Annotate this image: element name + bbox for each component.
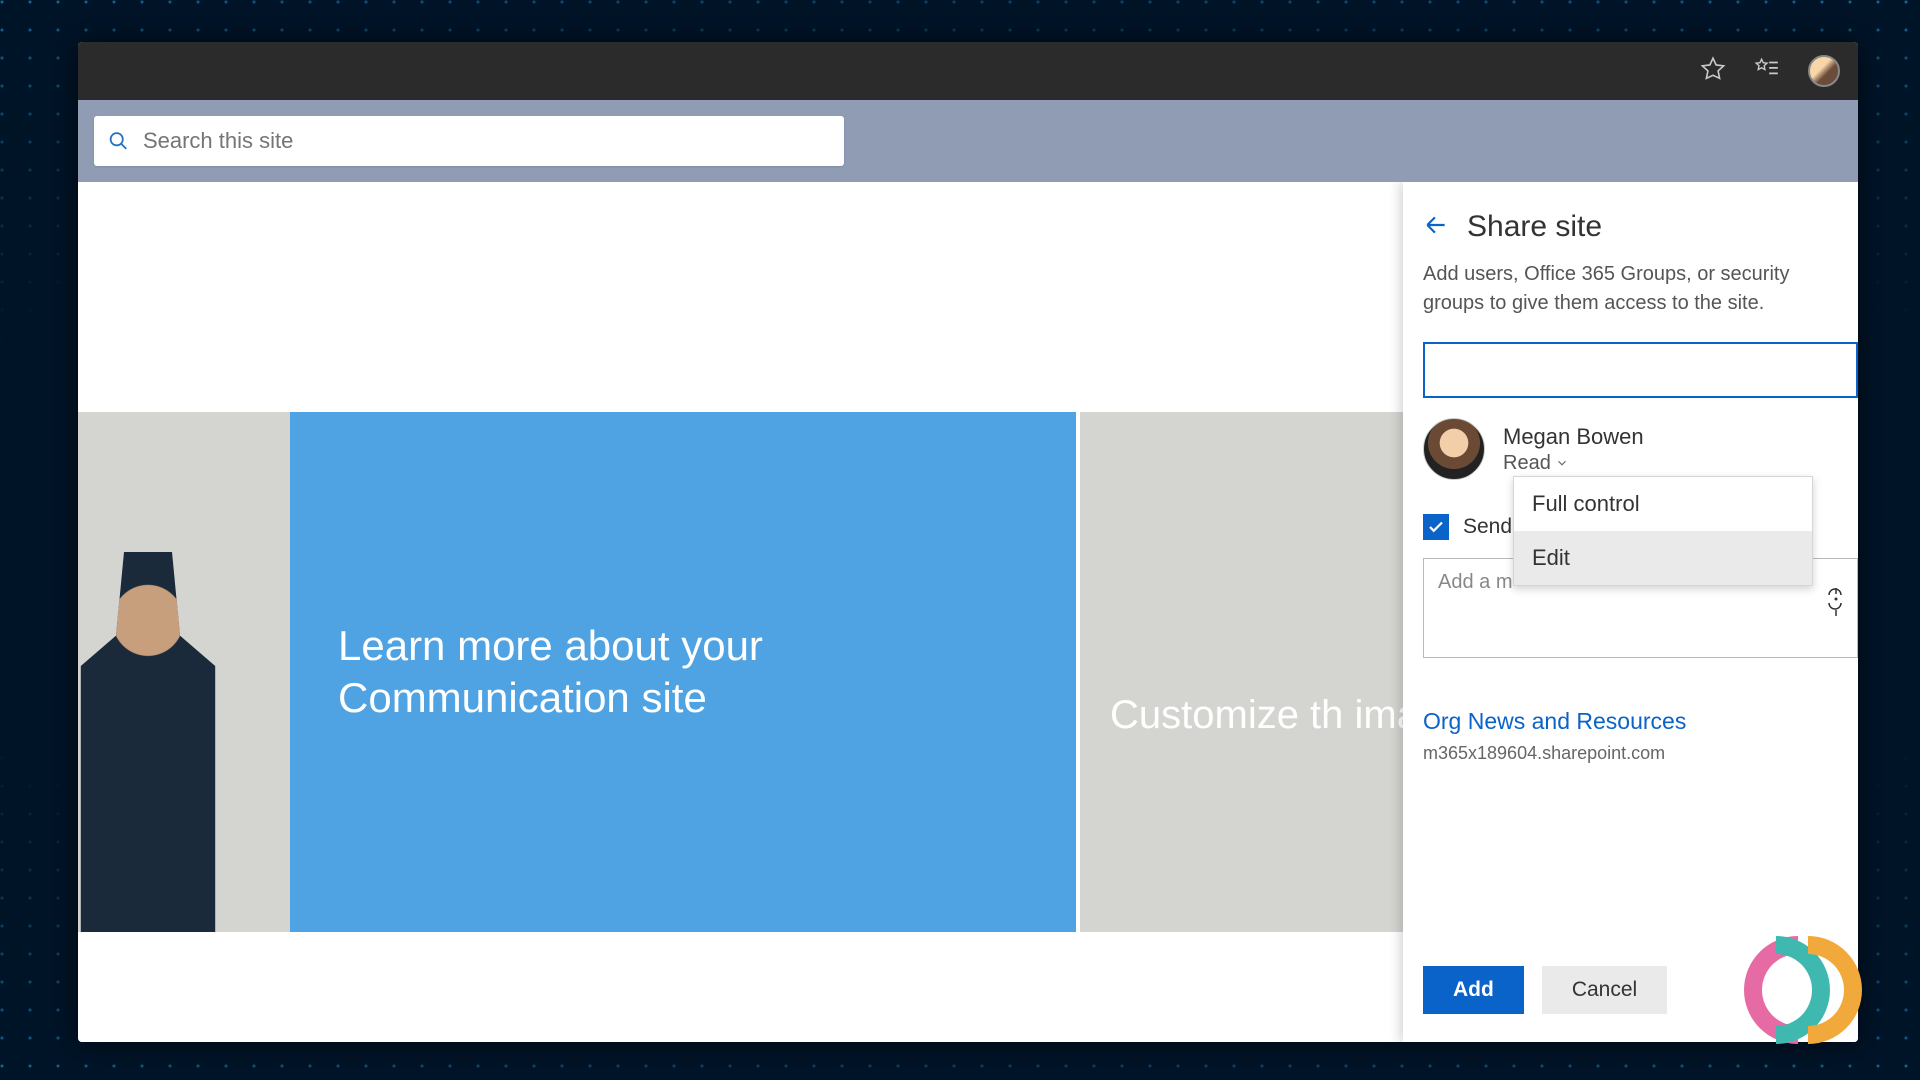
panel-actions: Add Cancel	[1423, 966, 1667, 1014]
permission-dropdown: Full control Edit	[1513, 476, 1813, 586]
browser-window: Learn more about your Communication site…	[78, 42, 1858, 1042]
send-email-label: Send	[1463, 515, 1512, 539]
panel-title: Share site	[1467, 210, 1602, 244]
hero-left-tile	[78, 412, 290, 932]
back-arrow-icon[interactable]	[1423, 212, 1449, 243]
cancel-button[interactable]: Cancel	[1542, 966, 1667, 1014]
star-outline-icon[interactable]	[1700, 56, 1726, 87]
search-input[interactable]	[143, 128, 830, 154]
search-icon	[108, 130, 129, 152]
perm-option-edit[interactable]: Edit	[1514, 531, 1812, 585]
search-box[interactable]	[94, 116, 844, 166]
cursor-link-icon	[1824, 587, 1848, 617]
people-picker-input[interactable]	[1423, 342, 1858, 398]
star-list-icon[interactable]	[1754, 56, 1780, 87]
page-content: Learn more about your Communication site…	[78, 182, 1858, 1042]
perm-option-full-control[interactable]: Full control	[1514, 477, 1812, 531]
panel-description: Add users, Office 365 Groups, or securit…	[1423, 260, 1858, 318]
share-panel: Share site Add users, Office 365 Groups,…	[1403, 182, 1858, 1042]
send-email-checkbox[interactable]	[1423, 514, 1449, 540]
suite-bar	[78, 100, 1858, 182]
hero-center-tile[interactable]: Learn more about your Communication site	[290, 412, 1076, 932]
hero-center-title: Learn more about your Communication site	[338, 620, 1028, 725]
user-avatar	[1423, 418, 1485, 480]
site-url: m365x189604.sharepoint.com	[1423, 743, 1858, 764]
profile-avatar[interactable]	[1808, 55, 1840, 87]
chevron-down-icon	[1555, 456, 1569, 470]
person-illustration	[78, 552, 228, 932]
browser-toolbar	[78, 42, 1858, 100]
permission-dropdown-button[interactable]: Read	[1503, 452, 1644, 475]
permission-label: Read	[1503, 452, 1551, 475]
watermark-logo	[1728, 930, 1878, 1050]
add-button[interactable]: Add	[1423, 966, 1524, 1014]
user-entry: Megan Bowen Read Full control Edit	[1423, 418, 1858, 480]
site-link[interactable]: Org News and Resources	[1423, 708, 1858, 735]
user-name: Megan Bowen	[1503, 424, 1644, 450]
